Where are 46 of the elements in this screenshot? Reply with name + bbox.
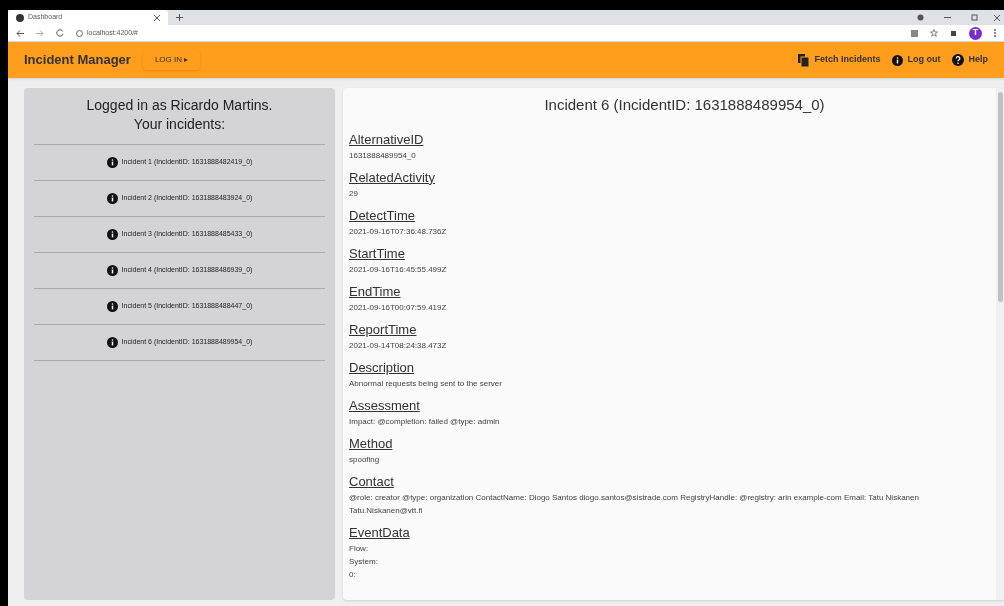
- toolbar-link[interactable]: Log out: [892, 53, 941, 67]
- field-label: Contact: [349, 472, 395, 491]
- field-label: ReportTime: [349, 320, 418, 339]
- new-tab-icon[interactable]: [176, 14, 183, 21]
- close-window-icon[interactable]: [994, 14, 1000, 21]
- field-value: 29: [349, 187, 359, 200]
- toolbar-link[interactable]: Fetch Incidents: [798, 53, 881, 67]
- field-value: 2021-09-16T00:07:59.419Z: [349, 301, 448, 314]
- field-value: System:: [349, 555, 379, 568]
- files-icon: [798, 53, 811, 67]
- scrollbar[interactable]: [996, 88, 1004, 600]
- star-icon[interactable]: [930, 29, 938, 37]
- close-icon[interactable]: [154, 14, 160, 21]
- field-value: Impact: @completion: failed @type: admin: [349, 415, 501, 428]
- login-button[interactable]: LOG IN ▸: [142, 50, 201, 70]
- field-value: Flow:: [349, 542, 370, 555]
- field-value: 2021-09-14T08:24:38.473Z: [349, 339, 448, 352]
- profile-avatar[interactable]: T: [969, 26, 982, 40]
- field-label: Description: [349, 358, 416, 377]
- toolbar-link[interactable]: Help: [952, 53, 988, 67]
- panel-heading: Your incidents:: [132, 115, 227, 134]
- field-value: 2021-09-16T07:36:48.736Z: [349, 225, 448, 238]
- record-icon[interactable]: [917, 14, 924, 21]
- app-logo-icon: [16, 13, 24, 22]
- help-icon: [952, 54, 965, 66]
- field-label: AlternativeID: [349, 130, 425, 149]
- field-label: Assessment: [349, 396, 421, 415]
- minimize-icon[interactable]: [944, 14, 951, 21]
- app-title: Incident Manager: [24, 51, 131, 70]
- field-label: DetectTime: [349, 206, 416, 225]
- field-label: EventData: [349, 523, 411, 542]
- restore-icon[interactable]: [971, 14, 978, 21]
- field-value: 1631888489954_0: [349, 149, 417, 162]
- field-label: EndTime: [349, 282, 402, 301]
- reload-icon[interactable]: [56, 29, 64, 37]
- field-label: StartTime: [349, 244, 406, 263]
- back-icon[interactable]: [16, 29, 24, 37]
- field-value: 2021-09-16T16:45:55.499Z: [349, 263, 448, 276]
- field-value: spoofing: [349, 453, 381, 466]
- incident-title: Incident 6 (IncidentID: 1631888489954_0): [543, 95, 826, 115]
- field-label: RelatedActivity: [349, 168, 436, 187]
- field-value: 0:: [349, 568, 357, 581]
- field-label: Method: [349, 434, 394, 453]
- field-value: Abnormal requests being sent to the server: [349, 377, 503, 390]
- panel-heading: Logged in as Ricardo Martins.: [85, 96, 274, 115]
- field-value: @role: creator @type: organization ContactName: Diogo Santos diogo.santos@sistrade.com RegistryHandle: @registry: arin example-com Email: Tatu Niskanen Tatu.Niskanen@vtt.fi: [349, 491, 920, 517]
